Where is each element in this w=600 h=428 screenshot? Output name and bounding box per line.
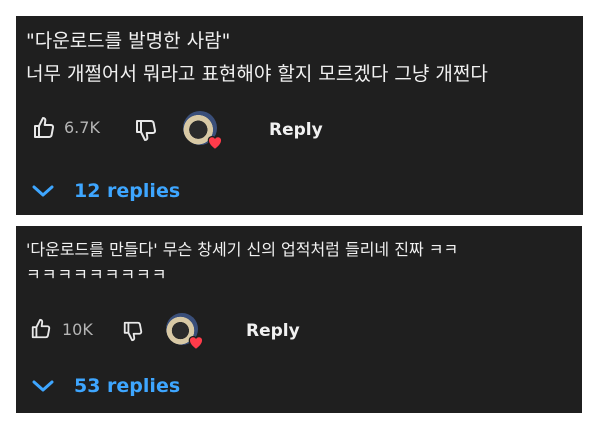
comment-card-1: "다운로드를 발명한 사람" 너무 개쩔어서 뭐라고 표현해야 할지 모르겠다 …	[16, 16, 583, 215]
thumbs-down-icon[interactable]	[134, 118, 158, 142]
comment-card-2: '다운로드를 만들다' 무슨 창세기 신의 업적처럼 들리네 진짜 ㅋㅋ ㅋㅋㅋ…	[16, 226, 582, 413]
heart-icon	[188, 335, 204, 351]
replies-count-label: 12 replies	[74, 180, 181, 202]
comment-actions: 10K Reply	[16, 310, 582, 351]
replies-count-label: 53 replies	[74, 375, 181, 397]
creator-avatar	[166, 313, 204, 351]
heart-icon	[207, 135, 223, 151]
like-count: 6.7K	[64, 118, 100, 137]
comment-text-line-2: 너무 개쩔어서 뭐라고 표현해야 할지 모르겠다 그냥 개쩐다	[26, 63, 488, 85]
comment-text-line-2: ㅋㅋㅋㅋㅋㅋㅋㅋㅋ	[26, 265, 168, 284]
thumbs-up-icon[interactable]	[30, 318, 52, 340]
chevron-down-icon	[32, 185, 54, 197]
thumbs-up-icon[interactable]	[32, 116, 56, 140]
reply-button[interactable]: Reply	[246, 320, 300, 342]
like-count: 10K	[62, 320, 93, 339]
thumbs-down-icon[interactable]	[122, 320, 144, 342]
comment-actions: 6.7K Reply	[16, 108, 583, 151]
reply-button[interactable]: Reply	[269, 119, 323, 141]
comment-text-line-1: "다운로드를 발명한 사람"	[26, 30, 231, 52]
comment-text-line-1: '다운로드를 만들다' 무슨 창세기 신의 업적처럼 들리네 진짜 ㅋㅋ	[26, 240, 459, 259]
creator-avatar	[183, 111, 223, 151]
chevron-down-icon	[32, 380, 54, 392]
